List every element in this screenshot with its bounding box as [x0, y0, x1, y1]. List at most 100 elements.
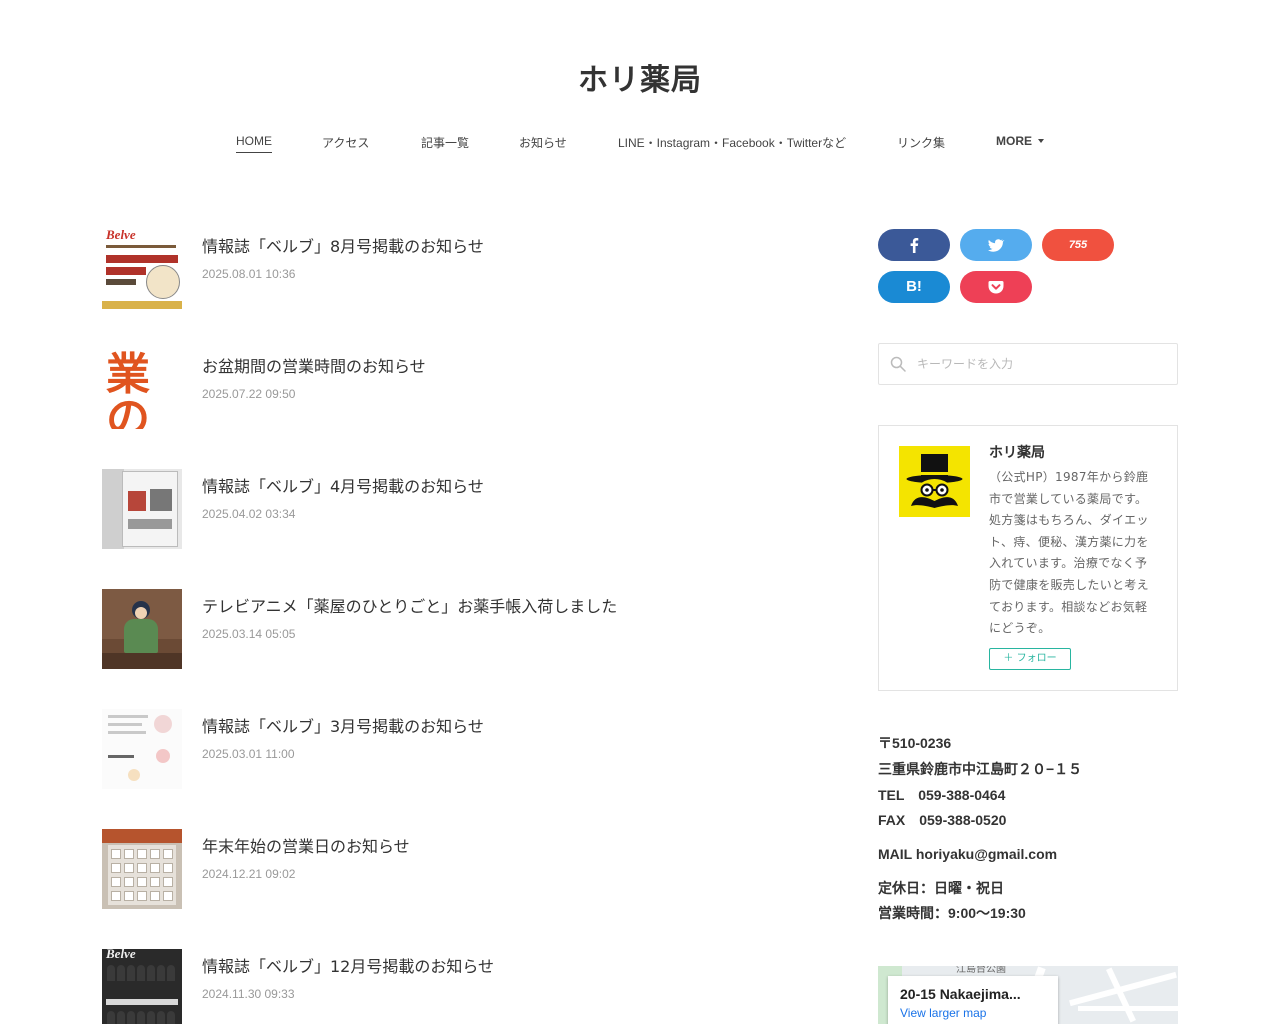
thumb-qr [150, 489, 172, 511]
thumb-calendar-cell [111, 849, 121, 859]
address: 三重県鈴鹿市中江島町２０−１５ [878, 761, 1083, 777]
line-icon: 755 [1068, 239, 1088, 251]
view-larger-map-link[interactable]: View larger map [900, 1006, 986, 1020]
line-share-button[interactable]: 755 [1042, 229, 1114, 261]
nav-item-articles[interactable]: 記事一覧 [421, 134, 469, 151]
thumb-dot [156, 749, 170, 763]
closed-days: 定休日：日曜・祝日 [878, 880, 1004, 896]
pocket-share-button[interactable] [960, 271, 1032, 303]
search-input[interactable] [917, 344, 1167, 384]
post-title[interactable]: 情報誌「ベルブ」3月号掲載のお知らせ [202, 713, 484, 737]
thumb-calendar-cell [137, 877, 147, 887]
main-nav: HOME アクセス 記事一覧 お知らせ LINE・Instagram・Faceb… [0, 134, 1280, 156]
thumb-person [117, 1011, 125, 1024]
post-thumbnail[interactable]: Belve [102, 949, 182, 1024]
postal-code: 〒510-0236 [878, 735, 952, 751]
site-title[interactable]: ホリ薬局 [0, 55, 1280, 99]
thumb-graphic-text: 業の [106, 349, 150, 430]
thumb-person [107, 1011, 115, 1024]
post-title[interactable]: テレビアニメ「薬屋のひとりごと」お薬手帳入荷しました [202, 593, 617, 617]
thumb-page-edge [102, 469, 124, 549]
email: MAIL horiyaku@gmail.com [878, 846, 1058, 862]
thumb-text-line [108, 723, 142, 726]
pocket-icon [988, 281, 1004, 294]
thumb-headline [106, 267, 146, 275]
nav-item-home[interactable]: HOME [236, 134, 272, 153]
facebook-icon [910, 238, 919, 253]
post-item[interactable]: テレビアニメ「薬屋のひとりごと」お薬手帳入荷しました 2025.03.14 05… [102, 589, 842, 669]
post-title[interactable]: 情報誌「ベルブ」8月号掲載のお知らせ [202, 233, 484, 257]
thumb-person [147, 1011, 155, 1024]
thumb-text-line [108, 715, 148, 718]
facebook-share-button[interactable] [878, 229, 950, 261]
thumb-dot [128, 769, 140, 781]
post-item[interactable]: Belve 情報誌「ベルブ」8月号掲載のお知らせ 2025.08.01 10:3… [102, 229, 842, 309]
nav-item-more[interactable]: MORE [996, 134, 1044, 148]
thumb-calendar-cell [150, 863, 160, 873]
thumb-person [167, 1011, 175, 1024]
thumb-text-line [108, 755, 134, 758]
post-date: 2024.12.21 09:02 [202, 867, 296, 881]
hatena-bookmark-button[interactable]: B! [878, 271, 950, 303]
post-thumbnail[interactable] [102, 469, 182, 549]
thumb-calendar-cell [163, 849, 173, 859]
map-place-title: 20-15 Nakaejima... [900, 986, 1021, 1002]
thumb-band [106, 999, 178, 1005]
thumb-person [107, 965, 115, 981]
search-box [878, 343, 1178, 385]
post-item[interactable]: 年末年始の営業日のお知らせ 2024.12.21 09:02 [102, 829, 842, 909]
post-item[interactable]: 情報誌「ベルブ」3月号掲載のお知らせ 2025.03.01 11:00 [102, 709, 842, 789]
post-thumbnail[interactable] [102, 709, 182, 789]
post-thumbnail[interactable] [102, 589, 182, 669]
post-title[interactable]: 年末年始の営業日のお知らせ [202, 833, 410, 857]
thumb-dot [154, 715, 172, 733]
post-title[interactable]: 情報誌「ベルブ」12月号掲載のお知らせ [202, 953, 494, 977]
post-title[interactable]: お盆期間の営業時間のお知らせ [202, 353, 426, 377]
follow-button[interactable]: ＋ フォロー [989, 648, 1071, 670]
post-date: 2025.03.14 05:05 [202, 627, 296, 641]
post-item[interactable]: 情報誌「ベルブ」4月号掲載のお知らせ 2025.04.02 03:34 [102, 469, 842, 549]
map-place-label: 江島台公園 [956, 966, 1006, 975]
fax: FAX 059-388-0520 [878, 812, 1007, 828]
thumb-headline [106, 255, 178, 263]
nav-item-links[interactable]: リンク集 [897, 134, 945, 151]
profile-card: ホリ薬局 （公式HP）1987年から鈴鹿市で営業している薬局です。処方箋はもちろ… [878, 425, 1178, 691]
nav-item-access[interactable]: アクセス [322, 134, 369, 151]
thumb-calendar-cell [163, 877, 173, 887]
post-item[interactable]: Belve 情報誌「ベルブ」12月号掲載のお知らせ 2024.11.30 09:… [102, 949, 842, 1024]
share-buttons: 755 B! [878, 229, 1178, 309]
post-date: 2024.11.30 09:33 [202, 987, 295, 1001]
nav-item-news[interactable]: お知らせ [519, 134, 567, 151]
google-map[interactable]: 江島台公園 20-15 Nakaejima... View larger map [878, 966, 1178, 1024]
thumb-calendar-cell [111, 891, 121, 901]
post-date: 2025.07.22 09:50 [202, 387, 296, 401]
hatena-bookmark-icon: B! [906, 278, 922, 295]
nav-item-sns[interactable]: LINE・Instagram・Facebook・Twitterなど [618, 134, 846, 151]
phone: TEL 059-388-0464 [878, 787, 1006, 803]
thumb-photo [128, 491, 146, 511]
thumb-person [147, 965, 155, 981]
plus-icon: ＋ [1003, 653, 1017, 664]
profile-name[interactable]: ホリ薬局 [989, 442, 1045, 462]
post-thumbnail[interactable]: Belve [102, 229, 182, 309]
thumb-logo-text: Belve [106, 949, 136, 961]
avatar[interactable] [899, 446, 970, 517]
thumb-character-body [124, 619, 158, 653]
post-thumbnail[interactable]: 業の [102, 349, 182, 429]
post-item[interactable]: 業の お盆期間の営業時間のお知らせ 2025.07.22 09:50 [102, 349, 842, 429]
thumb-calendar-cell [124, 863, 134, 873]
thumb-logo-text: Belve [106, 229, 136, 242]
post-title[interactable]: 情報誌「ベルブ」4月号掲載のお知らせ [202, 473, 484, 497]
thumb-person [157, 965, 165, 981]
map-road [1078, 1006, 1178, 1011]
search-icon[interactable] [890, 356, 906, 372]
thumb-calendar-cell [163, 891, 173, 901]
thumb-calendar-cell [137, 863, 147, 873]
profile-description: （公式HP）1987年から鈴鹿市で営業している薬局です。処方箋はもちろん、ダイエ… [989, 470, 1149, 636]
post-thumbnail[interactable] [102, 829, 182, 909]
twitter-share-button[interactable] [960, 229, 1032, 261]
map-info-card: 20-15 Nakaejima... View larger map [888, 976, 1058, 1024]
thumb-person [127, 965, 135, 981]
thumb-calendar-cell [111, 877, 121, 887]
thumb-calendar-cell [137, 849, 147, 859]
